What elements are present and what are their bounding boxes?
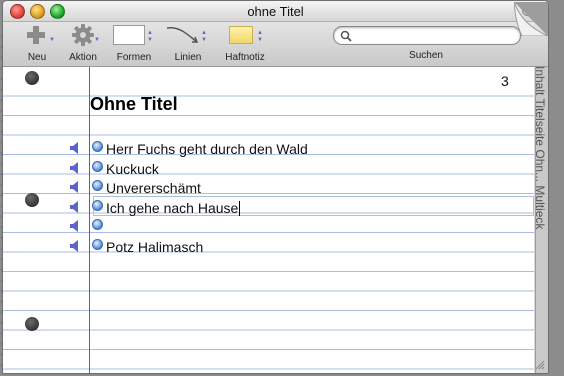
plus-icon — [27, 26, 45, 44]
notebook-window: ohne Titel ▼ Neu ▼ Aktion ▲ ▼ Formen ▲ ▼… — [2, 0, 549, 374]
search-label: Suchen — [409, 50, 443, 61]
note-row[interactable]: Herr Fuchs geht durch den Wald — [3, 139, 534, 157]
page-number: 3 — [501, 73, 509, 89]
note-text[interactable]: Potz Halimasch — [106, 239, 203, 255]
shapes-button[interactable]: ▲ ▼ Formen — [109, 22, 159, 66]
lines-label: Linien — [174, 52, 202, 63]
punch-hole — [25, 71, 39, 85]
dropdown-arrow-icon: ▼ — [94, 37, 100, 43]
page-title[interactable]: Ohne Titel — [90, 94, 178, 115]
note-row[interactable]: Ich gehe nach Hause — [3, 198, 534, 216]
action-label: Aktion — [69, 52, 97, 63]
resize-handle-icon[interactable] — [535, 360, 545, 370]
stepper-up-icon: ▲ — [147, 30, 153, 36]
text-cursor — [239, 201, 241, 216]
new-label: Neu — [27, 52, 47, 63]
sticky-note-button[interactable]: ▲ ▼ Haftnotiz — [217, 22, 273, 66]
title-bar[interactable]: ohne Titel — [3, 1, 548, 22]
window-title: ohne Titel — [247, 4, 304, 19]
line-icon — [166, 26, 199, 43]
stepper-down-icon: ▼ — [147, 37, 153, 43]
page-curl-icon[interactable] — [514, 2, 548, 36]
note-text[interactable]: Ich gehe nach Hause — [106, 200, 241, 216]
bullet-icon[interactable] — [92, 239, 103, 250]
shapes-label: Formen — [116, 52, 152, 63]
stepper-up-icon: ▲ — [201, 30, 207, 36]
speaker-icon[interactable] — [69, 181, 83, 193]
note-row[interactable]: Kuckuck — [3, 159, 534, 177]
stepper-down-icon: ▼ — [257, 37, 263, 43]
note-row[interactable]: Unvererschämt — [3, 178, 534, 196]
bullet-icon[interactable] — [92, 161, 103, 172]
new-button[interactable]: ▼ Neu — [17, 22, 57, 66]
bullet-icon[interactable] — [92, 219, 103, 230]
shape-icon — [113, 25, 145, 45]
note-text[interactable]: Unvererschämt — [106, 180, 201, 196]
gear-icon — [72, 24, 94, 46]
search-input[interactable] — [333, 26, 521, 45]
stepper-down-icon: ▼ — [201, 37, 207, 43]
note-text[interactable]: Kuckuck — [106, 161, 159, 177]
bullet-icon[interactable] — [92, 200, 103, 211]
speaker-icon[interactable] — [69, 201, 83, 213]
toolbar: ▼ Neu ▼ Aktion ▲ ▼ Formen ▲ ▼ Linien ▲ ▼… — [3, 22, 548, 67]
sticky-note-label: Haftnotiz — [225, 52, 265, 63]
notebook-page[interactable]: 3 Ohne Titel Herr Fuchs geht durch den W… — [3, 67, 534, 373]
punch-hole — [25, 317, 39, 331]
action-button[interactable]: ▼ Aktion — [63, 22, 103, 66]
section-tabs-label: Inhalt Titelseite Ohn... Multieck — [533, 66, 547, 230]
sticky-note-icon — [229, 26, 253, 44]
bullet-icon[interactable] — [92, 180, 103, 191]
section-tabs[interactable]: Inhalt Titelseite Ohn... Multieck — [523, 62, 553, 262]
speaker-icon[interactable] — [69, 162, 83, 174]
note-text[interactable]: Herr Fuchs geht durch den Wald — [106, 141, 308, 157]
stepper-up-icon: ▲ — [257, 30, 263, 36]
bullet-icon[interactable] — [92, 141, 103, 152]
search-icon — [340, 30, 352, 42]
speaker-icon[interactable] — [69, 142, 83, 154]
speaker-icon[interactable] — [69, 220, 83, 232]
lines-button[interactable]: ▲ ▼ Linien — [163, 22, 213, 66]
note-row[interactable]: Potz Halimasch — [3, 237, 534, 255]
dropdown-arrow-icon: ▼ — [49, 37, 55, 43]
speaker-icon[interactable] — [69, 240, 83, 252]
note-row[interactable] — [3, 217, 534, 235]
